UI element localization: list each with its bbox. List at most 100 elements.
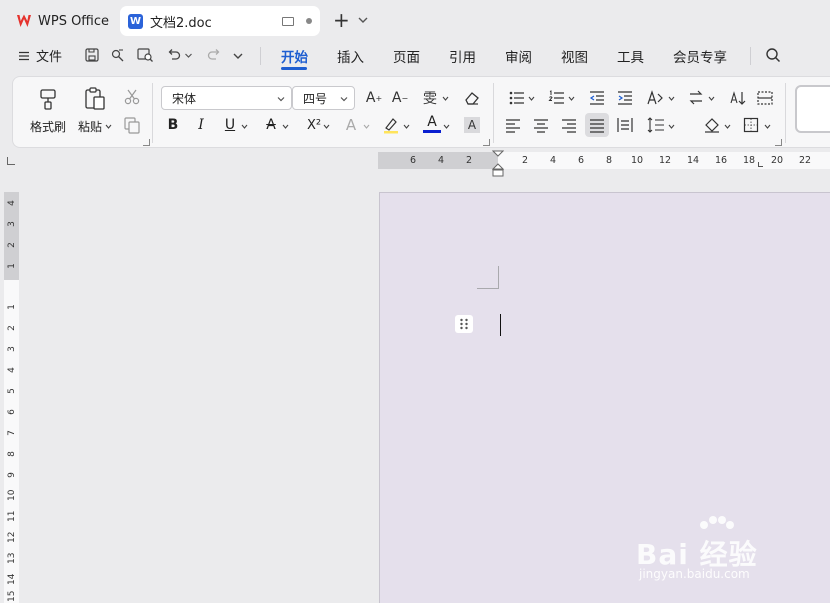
- tab-page[interactable]: 页面: [393, 46, 420, 66]
- ruler-number: 4: [438, 155, 445, 166]
- undo-dropdown-chevron-icon[interactable]: [184, 51, 193, 60]
- style-gallery-preview[interactable]: [795, 85, 830, 133]
- horizontal-ruler[interactable]: 6 4 2 2 4 6 8 10 12 14 16 18 20 22: [378, 152, 830, 169]
- numbered-list-icon[interactable]: [548, 89, 566, 107]
- format-painter-label[interactable]: 格式刷: [30, 118, 66, 135]
- borders-icon[interactable]: [743, 117, 759, 133]
- unsaved-dot-icon[interactable]: [306, 18, 312, 24]
- shading-chevron-icon[interactable]: [724, 123, 731, 130]
- wps-office-tab[interactable]: WPS Office: [8, 6, 117, 36]
- paste-icon[interactable]: [83, 86, 107, 112]
- chinese-layout-chevron-icon[interactable]: [668, 95, 675, 102]
- pinyin-chevron-icon[interactable]: [442, 95, 449, 102]
- search-icon[interactable]: [765, 47, 781, 63]
- line-spacing-icon[interactable]: [647, 116, 665, 134]
- chinese-layout-icon[interactable]: [646, 89, 666, 107]
- print-preview-icon[interactable]: [136, 47, 154, 63]
- indent-marker-icon[interactable]: [492, 150, 504, 178]
- paste-chevron-icon[interactable]: [105, 123, 112, 130]
- format-painter-icon[interactable]: [37, 87, 59, 111]
- font-name-select[interactable]: 宋体: [161, 86, 292, 110]
- bold-button[interactable]: B: [164, 116, 182, 134]
- shading-bucket-icon[interactable]: [703, 116, 721, 134]
- undo-icon[interactable]: [166, 47, 182, 63]
- increase-font-size-icon[interactable]: A +: [365, 89, 383, 107]
- ruler-number: 4: [550, 155, 557, 166]
- tab-review[interactable]: 审阅: [505, 46, 532, 66]
- align-left-icon[interactable]: [505, 117, 521, 133]
- bullet-list-chevron-icon[interactable]: [528, 95, 535, 102]
- new-tab-plus-icon[interactable]: +: [333, 10, 350, 30]
- bullet-list-icon[interactable]: [508, 89, 526, 107]
- font-size-select[interactable]: 四号: [292, 86, 355, 110]
- tab-home[interactable]: 开始: [281, 46, 308, 66]
- align-center-icon[interactable]: [533, 117, 549, 133]
- document-tab-label: 文档2.doc: [150, 15, 212, 31]
- decrease-indent-icon[interactable]: [588, 89, 606, 107]
- export-pdf-icon[interactable]: [110, 47, 126, 63]
- hamburger-menu-icon[interactable]: [18, 50, 30, 62]
- line-spacing-chevron-icon[interactable]: [668, 123, 675, 130]
- font-size-value: 四号: [303, 91, 328, 106]
- save-icon[interactable]: [84, 47, 100, 63]
- active-tab-indicator: [281, 67, 307, 70]
- font-color-swatch: [423, 130, 441, 133]
- paste-label[interactable]: 粘贴: [78, 118, 102, 135]
- text-effect-icon[interactable]: A: [342, 116, 360, 134]
- decrease-font-size-icon[interactable]: A −: [391, 89, 409, 107]
- new-tab-chevron-icon[interactable]: [357, 14, 369, 26]
- text-effect-chevron-icon[interactable]: [363, 123, 370, 130]
- ruler-number: 8: [606, 155, 613, 166]
- text-direction-icon[interactable]: [687, 89, 705, 107]
- clear-formatting-eraser-icon[interactable]: [463, 89, 481, 107]
- tab-tools[interactable]: 工具: [617, 46, 644, 66]
- tab-member[interactable]: 会员专享: [673, 46, 727, 66]
- wps-logo-icon: [17, 14, 31, 27]
- align-right-icon[interactable]: [561, 117, 577, 133]
- right-indent-marker[interactable]: [758, 162, 763, 167]
- font-launcher-icon[interactable]: [483, 139, 490, 146]
- underline-chevron-icon[interactable]: [241, 123, 248, 130]
- highlight-icon[interactable]: [382, 115, 400, 135]
- paragraph-launcher-icon[interactable]: [775, 139, 782, 146]
- clipboard-launcher-icon[interactable]: [143, 139, 150, 146]
- tab-insert[interactable]: 插入: [337, 46, 364, 66]
- ruler-number: 14: [687, 155, 700, 166]
- borders-chevron-icon[interactable]: [764, 123, 771, 130]
- show-hide-marks-icon[interactable]: [756, 89, 774, 107]
- text-direction-chevron-icon[interactable]: [708, 95, 715, 102]
- tab-view[interactable]: 视图: [561, 46, 588, 66]
- highlight-chevron-icon[interactable]: [403, 123, 410, 130]
- redo-icon[interactable]: [206, 47, 222, 63]
- monitor-icon[interactable]: [282, 16, 294, 26]
- increase-indent-icon[interactable]: [616, 89, 634, 107]
- strikethrough-icon[interactable]: A: [262, 116, 280, 134]
- ruler-number: 4: [7, 200, 17, 206]
- character-shading-icon[interactable]: A: [464, 117, 480, 133]
- copy-icon[interactable]: [123, 116, 141, 134]
- ruler-corner-tab-icon[interactable]: [7, 157, 15, 165]
- superscript-button[interactable]: X²: [303, 116, 325, 134]
- paragraph-drag-handle[interactable]: [455, 315, 473, 333]
- tab-references[interactable]: 引用: [449, 46, 476, 66]
- superscript-chevron-icon[interactable]: [323, 123, 330, 130]
- font-color-chevron-icon[interactable]: [443, 123, 450, 130]
- numbered-list-chevron-icon[interactable]: [568, 95, 575, 102]
- ruler-number: 9: [7, 472, 17, 478]
- sort-icon[interactable]: [729, 89, 747, 107]
- italic-button[interactable]: I: [192, 116, 210, 134]
- strikethrough-chevron-icon[interactable]: [282, 123, 289, 130]
- quick-access-more-chevron-icon[interactable]: [232, 50, 244, 62]
- pinyin-guide-icon[interactable]: 雯: [419, 89, 441, 107]
- distributed-align-icon[interactable]: [616, 116, 634, 134]
- align-justify-icon[interactable]: [589, 117, 605, 133]
- ruler-number: 2: [522, 155, 529, 166]
- underline-button[interactable]: U: [221, 116, 239, 134]
- vertical-ruler[interactable]: 4 3 2 1 1 2 3 4 5 6 7 8 9 10 11 12 13 14…: [4, 192, 19, 603]
- font-color-icon[interactable]: A: [423, 114, 441, 130]
- cut-icon[interactable]: [123, 88, 141, 106]
- ruler-number: 10: [7, 489, 17, 501]
- document-tab[interactable]: W 文档2.doc: [120, 6, 320, 36]
- file-menu[interactable]: 文件: [36, 46, 62, 65]
- ruler-number: 1: [7, 304, 17, 310]
